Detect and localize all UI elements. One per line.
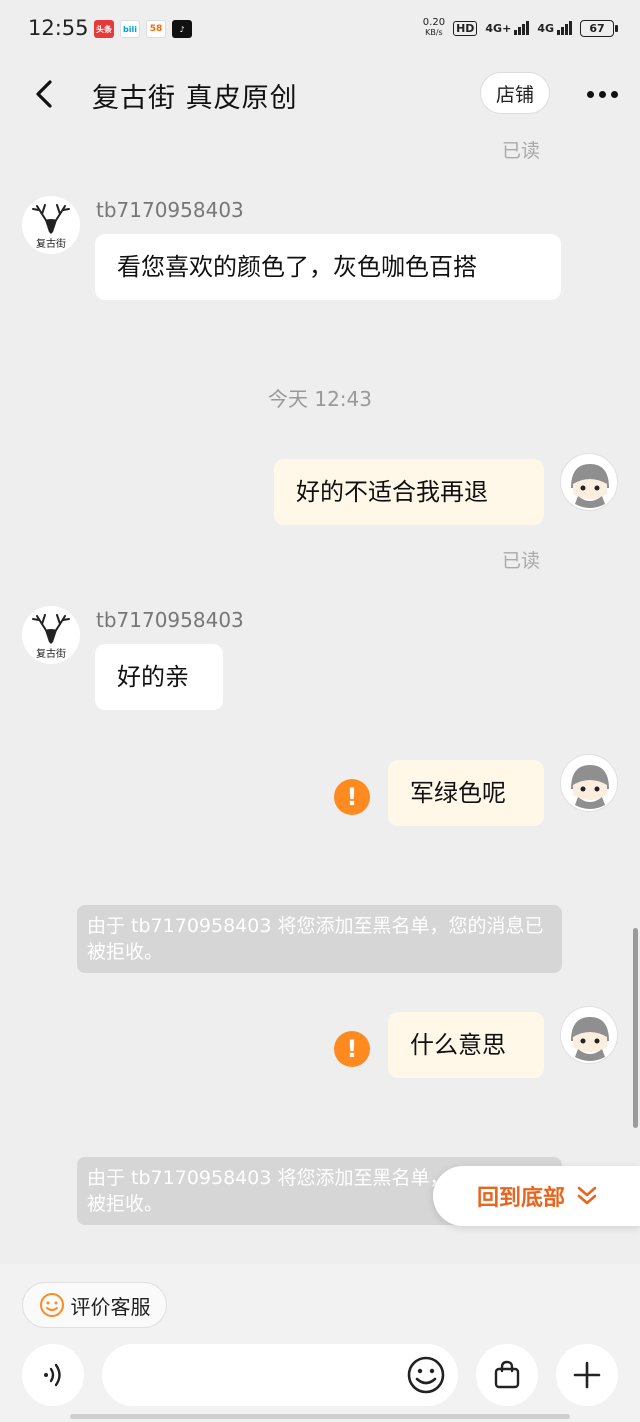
product-button[interactable]: [476, 1344, 538, 1406]
emoji-icon: [407, 1356, 445, 1394]
input-bar: 评价客服: [0, 1264, 640, 1422]
user-avatar-icon: [571, 1017, 609, 1061]
user-avatar-icon: [571, 464, 609, 508]
svg-text:复古街: 复古街: [36, 237, 66, 250]
message-bubble-incoming[interactable]: 好的亲: [95, 644, 223, 710]
shop-avatar[interactable]: 复古街: [22, 196, 80, 254]
shopping-bag-icon: [494, 1360, 520, 1389]
shop-button[interactable]: 店铺: [480, 72, 550, 114]
deer-logo-icon: 复古街: [32, 614, 70, 660]
system-notice: 由于 tb7170958403 将您添加至黑名单，您的消息已被拒收。: [77, 905, 562, 973]
58-app-icon: 58: [146, 20, 166, 38]
my-avatar[interactable]: [560, 1006, 618, 1064]
back-to-bottom-label: 回到底部: [477, 1186, 566, 1211]
bilibili-app-icon: bili: [120, 20, 140, 38]
battery-icon: 67: [580, 19, 618, 37]
message-bubble-incoming[interactable]: 看您喜欢的颜色了，灰色咖色百搭: [95, 234, 561, 300]
voice-icon: [44, 1363, 61, 1387]
read-receipt: 已读: [502, 550, 541, 572]
emoji-button[interactable]: [406, 1355, 446, 1395]
send-failed-icon[interactable]: !: [334, 779, 370, 815]
chat-area[interactable]: 已读 复古街 tb7170958403 看您喜欢的颜色了，灰色咖色百搭 今天 1…: [0, 128, 640, 1264]
plus-icon: [573, 1361, 601, 1389]
time-separator: 今天 12:43: [268, 387, 372, 411]
home-indicator[interactable]: [70, 1414, 570, 1419]
status-indicators: 0.20 KB/s HD 4G+ 4G 67: [422, 17, 618, 38]
sender-name: tb7170958403: [96, 608, 244, 632]
smile-icon: [39, 1293, 64, 1317]
signal-icon-2: 4G: [537, 21, 572, 35]
message-bubble-outgoing[interactable]: 军绿色呢: [388, 760, 544, 826]
message-bubble-outgoing[interactable]: 什么意思: [388, 1012, 544, 1078]
message-bubble-outgoing[interactable]: 好的不适合我再退: [274, 459, 544, 525]
double-chevron-down-icon: [577, 1186, 597, 1205]
read-receipt: 已读: [502, 140, 541, 162]
my-avatar[interactable]: [560, 754, 618, 812]
tiktok-app-icon: ♪: [172, 20, 192, 38]
status-time: 12:55: [28, 16, 89, 40]
scrollbar[interactable]: [633, 928, 638, 1128]
hd-voice-icon: HD: [453, 20, 478, 36]
deer-logo-icon: 复古街: [32, 204, 70, 250]
rate-service-label: 评价客服: [70, 1294, 151, 1319]
chevron-left-icon: [36, 80, 52, 108]
plus-button[interactable]: [556, 1344, 618, 1406]
toutiao-app-icon: 头条: [94, 20, 114, 38]
page-title: 复古街 真皮原创: [92, 83, 298, 114]
my-avatar[interactable]: [560, 453, 618, 511]
back-to-bottom-button[interactable]: 回到底部: [433, 1166, 640, 1226]
user-avatar-icon: [571, 765, 609, 809]
voice-button[interactable]: [22, 1344, 84, 1406]
network-speed: 0.20 KB/s: [422, 17, 446, 38]
svg-text:复古街: 复古街: [36, 647, 66, 660]
shop-avatar[interactable]: 复古街: [22, 606, 80, 664]
back-button[interactable]: [24, 74, 64, 114]
send-failed-icon[interactable]: !: [334, 1031, 370, 1067]
message-input[interactable]: [102, 1344, 458, 1406]
rate-service-button[interactable]: 评价客服: [22, 1282, 167, 1328]
sender-name: tb7170958403: [96, 198, 244, 222]
status-bar: 12:55 头条 bili 58 ♪ 0.20 KB/s HD 4G+ 4G 6…: [0, 0, 640, 60]
more-options-button[interactable]: [582, 82, 622, 106]
signal-icon-1: 4G+: [485, 21, 530, 35]
chat-header: 复古街 真皮原创 店铺: [0, 60, 640, 128]
notification-icons: 头条 bili 58 ♪: [94, 20, 192, 38]
